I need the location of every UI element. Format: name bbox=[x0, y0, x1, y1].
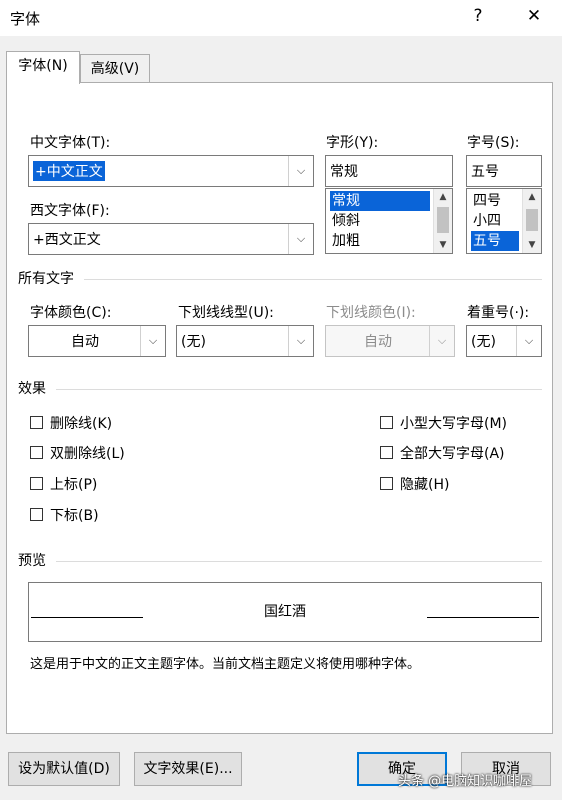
preview-box: 国红酒 bbox=[28, 582, 542, 642]
text-effects-button[interactable]: 文字效果(E)... bbox=[134, 752, 242, 786]
preview-group-label: 预览 bbox=[18, 553, 46, 569]
close-icon[interactable]: ✕ bbox=[522, 6, 546, 26]
strikethrough-checkbox[interactable] bbox=[30, 416, 43, 429]
style-value: 常规 bbox=[330, 164, 358, 180]
chevron-down-icon[interactable]: ⌵ bbox=[429, 326, 454, 356]
all-text-group-label: 所有文字 bbox=[18, 271, 74, 287]
divider bbox=[56, 561, 542, 562]
emphasis-value: (无) bbox=[471, 334, 496, 350]
hidden-checkbox[interactable] bbox=[380, 477, 393, 490]
scroll-thumb[interactable] bbox=[526, 209, 538, 231]
help-icon[interactable]: ? bbox=[466, 6, 490, 26]
scroll-up-icon[interactable]: ▲ bbox=[434, 189, 452, 205]
scroll-down-icon[interactable]: ▼ bbox=[434, 237, 452, 253]
emphasis-label: 着重号(·): bbox=[467, 305, 530, 321]
preview-description: 这是用于中文的正文主题字体。当前文档主题定义将使用哪种字体。 bbox=[30, 657, 421, 672]
chinese-font-combo[interactable]: +中文正文 ⌵ bbox=[28, 155, 314, 187]
subscript-label[interactable]: 下标(B) bbox=[50, 505, 99, 525]
underline-style-value: (无) bbox=[181, 334, 206, 350]
western-font-combo[interactable]: +西文正文 ⌵ bbox=[28, 223, 314, 255]
double-strikethrough-label[interactable]: 双删除线(L) bbox=[50, 443, 125, 463]
scroll-down-icon[interactable]: ▼ bbox=[523, 237, 541, 253]
small-caps-label[interactable]: 小型大写字母(M) bbox=[400, 413, 507, 433]
scroll-thumb[interactable] bbox=[437, 207, 449, 233]
small-caps-checkbox[interactable] bbox=[380, 416, 393, 429]
size-option[interactable]: 五号 bbox=[471, 231, 519, 251]
preview-line-right bbox=[427, 617, 539, 618]
divider bbox=[56, 389, 542, 390]
size-input[interactable]: 五号 bbox=[466, 155, 542, 187]
western-font-label: 西文字体(F): bbox=[30, 203, 110, 219]
underline-style-label: 下划线线型(U): bbox=[178, 305, 274, 321]
subscript-checkbox[interactable] bbox=[30, 508, 43, 521]
style-option[interactable]: 倾斜 bbox=[330, 211, 362, 231]
chevron-down-icon[interactable]: ⌵ bbox=[288, 326, 313, 356]
size-label: 字号(S): bbox=[467, 135, 520, 151]
underline-style-combo[interactable]: (无) ⌵ bbox=[176, 325, 314, 357]
size-scrollbar[interactable]: ▲ ▼ bbox=[522, 189, 541, 253]
chevron-down-icon[interactable]: ⌵ bbox=[288, 224, 313, 254]
window-title: 字体 bbox=[10, 10, 41, 28]
all-caps-label[interactable]: 全部大写字母(A) bbox=[400, 443, 505, 463]
superscript-label[interactable]: 上标(P) bbox=[50, 474, 97, 494]
style-scrollbar[interactable]: ▲ ▼ bbox=[433, 189, 452, 253]
underline-color-combo[interactable]: 自动 ⌵ bbox=[325, 325, 455, 357]
divider bbox=[84, 279, 542, 280]
tab-font[interactable]: 字体(N) bbox=[6, 51, 80, 84]
underline-color-value: 自动 bbox=[364, 334, 392, 350]
style-input[interactable]: 常规 bbox=[325, 155, 453, 187]
font-color-value: 自动 bbox=[71, 334, 99, 350]
chevron-down-icon[interactable]: ⌵ bbox=[288, 156, 313, 186]
title-bar: 字体 ? ✕ bbox=[0, 0, 562, 36]
font-color-label: 字体颜色(C): bbox=[30, 305, 112, 321]
scroll-up-icon[interactable]: ▲ bbox=[523, 189, 541, 205]
chinese-font-label: 中文字体(T): bbox=[30, 135, 111, 151]
western-font-value: +西文正文 bbox=[33, 232, 101, 248]
chevron-down-icon[interactable]: ⌵ bbox=[516, 326, 541, 356]
size-option[interactable]: 小四 bbox=[471, 211, 503, 231]
chinese-font-value: +中文正文 bbox=[33, 161, 105, 181]
underline-color-label: 下划线颜色(I): bbox=[326, 305, 416, 321]
strikethrough-label[interactable]: 删除线(K) bbox=[50, 413, 112, 433]
style-label: 字形(Y): bbox=[326, 135, 379, 151]
superscript-checkbox[interactable] bbox=[30, 477, 43, 490]
size-value: 五号 bbox=[471, 164, 499, 180]
all-caps-checkbox[interactable] bbox=[380, 446, 393, 459]
emphasis-combo[interactable]: (无) ⌵ bbox=[466, 325, 542, 357]
chevron-down-icon[interactable]: ⌵ bbox=[140, 326, 165, 356]
watermark: 头条 @电脑知识咖啡屋 bbox=[398, 774, 533, 789]
effects-group-label: 效果 bbox=[18, 381, 46, 397]
style-list[interactable]: 常规 倾斜 加粗 ▲ ▼ bbox=[325, 188, 453, 254]
set-default-button[interactable]: 设为默认值(D) bbox=[8, 752, 120, 786]
style-option[interactable]: 加粗 bbox=[330, 231, 362, 251]
size-option[interactable]: 四号 bbox=[471, 191, 503, 211]
preview-sample-text: 国红酒 bbox=[264, 604, 306, 620]
style-option[interactable]: 常规 bbox=[330, 191, 430, 211]
font-color-combo[interactable]: 自动 ⌵ bbox=[28, 325, 166, 357]
tab-advanced[interactable]: 高级(V) bbox=[80, 54, 150, 83]
double-strikethrough-checkbox[interactable] bbox=[30, 446, 43, 459]
hidden-label[interactable]: 隐藏(H) bbox=[400, 474, 449, 494]
size-list[interactable]: 四号 小四 五号 ▲ ▼ bbox=[466, 188, 542, 254]
